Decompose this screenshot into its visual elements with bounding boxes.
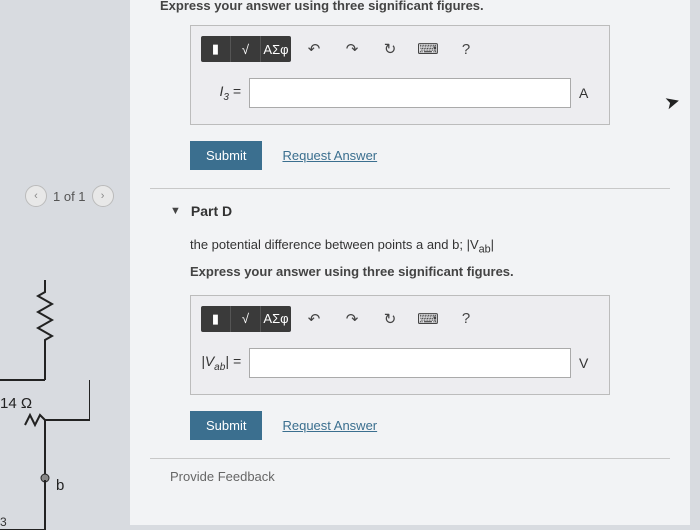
partc-unit-label: A: [579, 85, 599, 101]
partc-request-answer-link[interactable]: Request Answer: [282, 148, 377, 163]
format-tool-group: ▮ √ ΑΣφ: [201, 36, 291, 62]
partc-instruction: Express your answer using three signific…: [130, 0, 690, 13]
content-area: Express your answer using three signific…: [130, 0, 690, 525]
partd-submit-button[interactable]: Submit: [190, 411, 262, 440]
partc-input-row: I3 = A: [191, 70, 609, 124]
redo-icon[interactable]: ↷: [337, 306, 367, 332]
reset-icon[interactable]: ↻: [375, 306, 405, 332]
provide-feedback-link[interactable]: Provide Feedback: [130, 459, 690, 484]
partd-input-row: |Vab| = V: [191, 340, 609, 394]
sqrt-icon[interactable]: √: [231, 36, 261, 62]
partc-toolbar: ▮ √ ΑΣφ ↶ ↷ ↻ ⌨ ?: [191, 26, 609, 70]
partd-variable-label: |Vab| =: [201, 353, 241, 373]
greek-icon[interactable]: ΑΣφ: [261, 306, 291, 332]
left-panel: ‹ 1 of 1 › 14 Ω b 3: [0, 0, 120, 525]
partc-variable-label: I3 =: [201, 83, 241, 103]
format-tool-group: ▮ √ ΑΣφ: [201, 306, 291, 332]
partd-submit-row: Submit Request Answer: [190, 405, 690, 458]
partd-unit-label: V: [579, 355, 599, 371]
partc-submit-row: Submit Request Answer: [190, 135, 690, 188]
help-icon[interactable]: ?: [451, 36, 481, 62]
greek-icon[interactable]: ΑΣφ: [261, 36, 291, 62]
node-3-label: 3: [0, 515, 7, 529]
pager-label: 1 of 1: [53, 189, 86, 204]
keyboard-icon[interactable]: ⌨: [413, 306, 443, 332]
redo-icon[interactable]: ↷: [337, 36, 367, 62]
pager-prev-button[interactable]: ‹: [25, 185, 47, 207]
partc-answer-box: ▮ √ ΑΣφ ↶ ↷ ↻ ⌨ ? I3 = A: [190, 25, 610, 125]
undo-icon[interactable]: ↶: [299, 36, 329, 62]
partd-header[interactable]: ▼ Part D: [130, 189, 690, 229]
partd-title: Part D: [191, 203, 232, 219]
partd-instruction: Express your answer using three signific…: [130, 258, 690, 283]
partd-toolbar: ▮ √ ΑΣφ ↶ ↷ ↻ ⌨ ?: [191, 296, 609, 340]
partd-request-answer-link[interactable]: Request Answer: [282, 418, 377, 433]
caret-down-icon: ▼: [170, 205, 181, 217]
reset-icon[interactable]: ↻: [375, 36, 405, 62]
partc-answer-input[interactable]: [249, 78, 571, 108]
pager-next-button[interactable]: ›: [92, 185, 114, 207]
sqrt-icon[interactable]: √: [231, 306, 261, 332]
node-b-label: b: [56, 477, 64, 494]
partd-question: the potential difference between points …: [130, 229, 690, 258]
help-icon[interactable]: ?: [451, 306, 481, 332]
templates-icon[interactable]: ▮: [201, 306, 231, 332]
partc-submit-button[interactable]: Submit: [190, 141, 262, 170]
keyboard-icon[interactable]: ⌨: [413, 36, 443, 62]
resistor-value: 14 Ω: [0, 395, 32, 412]
templates-icon[interactable]: ▮: [201, 36, 231, 62]
partd-answer-box: ▮ √ ΑΣφ ↶ ↷ ↻ ⌨ ? |Vab| = V: [190, 295, 610, 395]
pager: ‹ 1 of 1 ›: [25, 185, 114, 207]
partd-answer-input[interactable]: [249, 348, 571, 378]
undo-icon[interactable]: ↶: [299, 306, 329, 332]
